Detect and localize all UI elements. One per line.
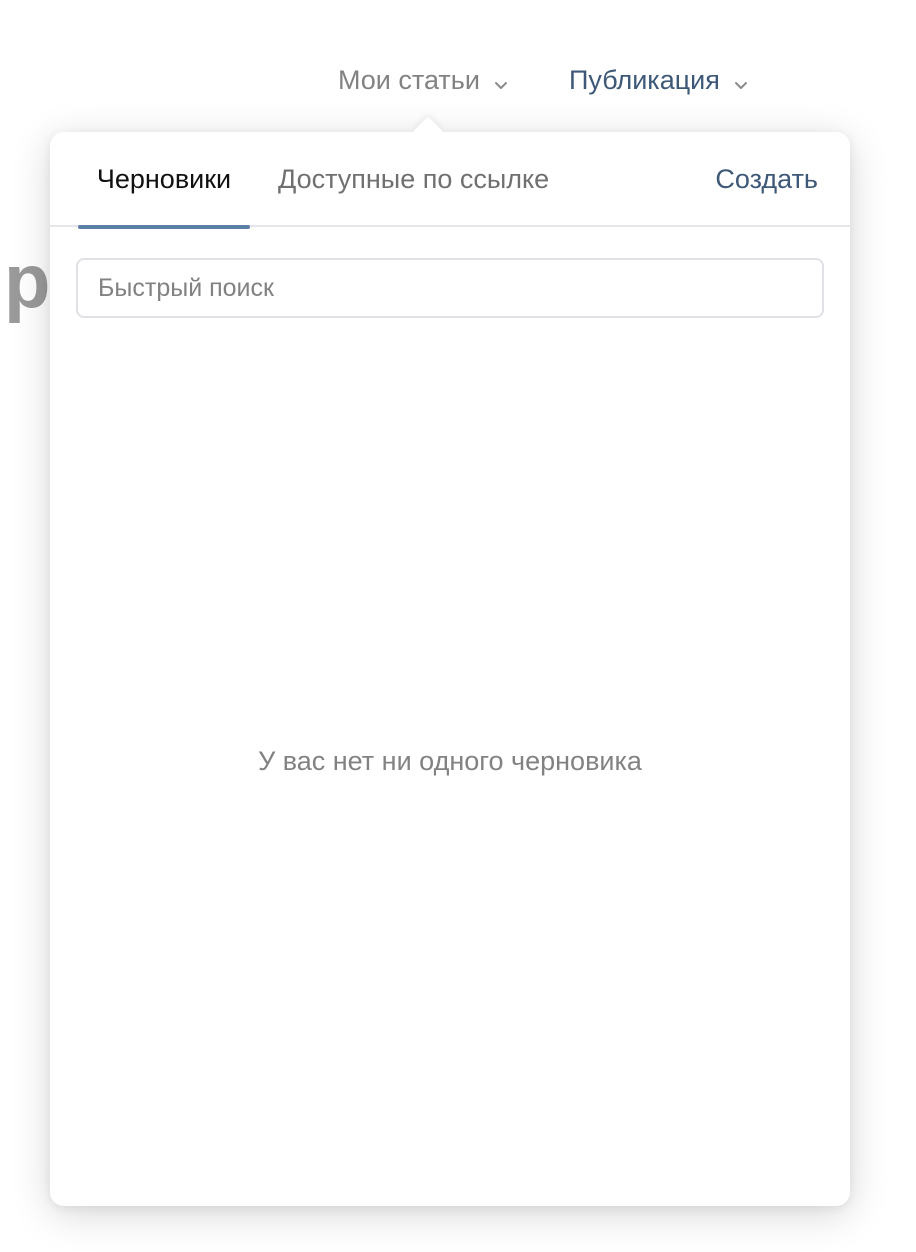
- active-tab-underline: [78, 225, 250, 229]
- tab-shared-by-link-label: Доступные по ссылке: [278, 164, 550, 194]
- popover-tabs: Черновики Доступные по ссылке Создать: [50, 132, 850, 229]
- background-heading-fragment: р: [4, 239, 51, 324]
- chevron-down-icon: [732, 70, 750, 89]
- create-button[interactable]: Создать: [715, 132, 818, 227]
- popover-content: Черновики Доступные по ссылке Создать У …: [50, 132, 850, 1206]
- top-nav: Мои статьи Публикация: [0, 58, 916, 102]
- publication-label: Публикация: [569, 64, 720, 95]
- tab-drafts-label: Черновики: [96, 164, 232, 194]
- quick-search-input[interactable]: [76, 258, 824, 318]
- my-articles-label: Мои статьи: [338, 64, 480, 95]
- tab-drafts[interactable]: Черновики: [78, 132, 250, 229]
- my-articles-popover: Черновики Доступные по ссылке Создать У …: [50, 116, 850, 1206]
- publication-menu[interactable]: Публикация: [569, 58, 750, 102]
- tab-shared-by-link[interactable]: Доступные по ссылке: [278, 132, 549, 227]
- my-articles-menu[interactable]: Мои статьи: [338, 58, 510, 102]
- chevron-down-icon: [492, 70, 510, 89]
- empty-state-message: У вас нет ни одного черновика: [258, 746, 642, 776]
